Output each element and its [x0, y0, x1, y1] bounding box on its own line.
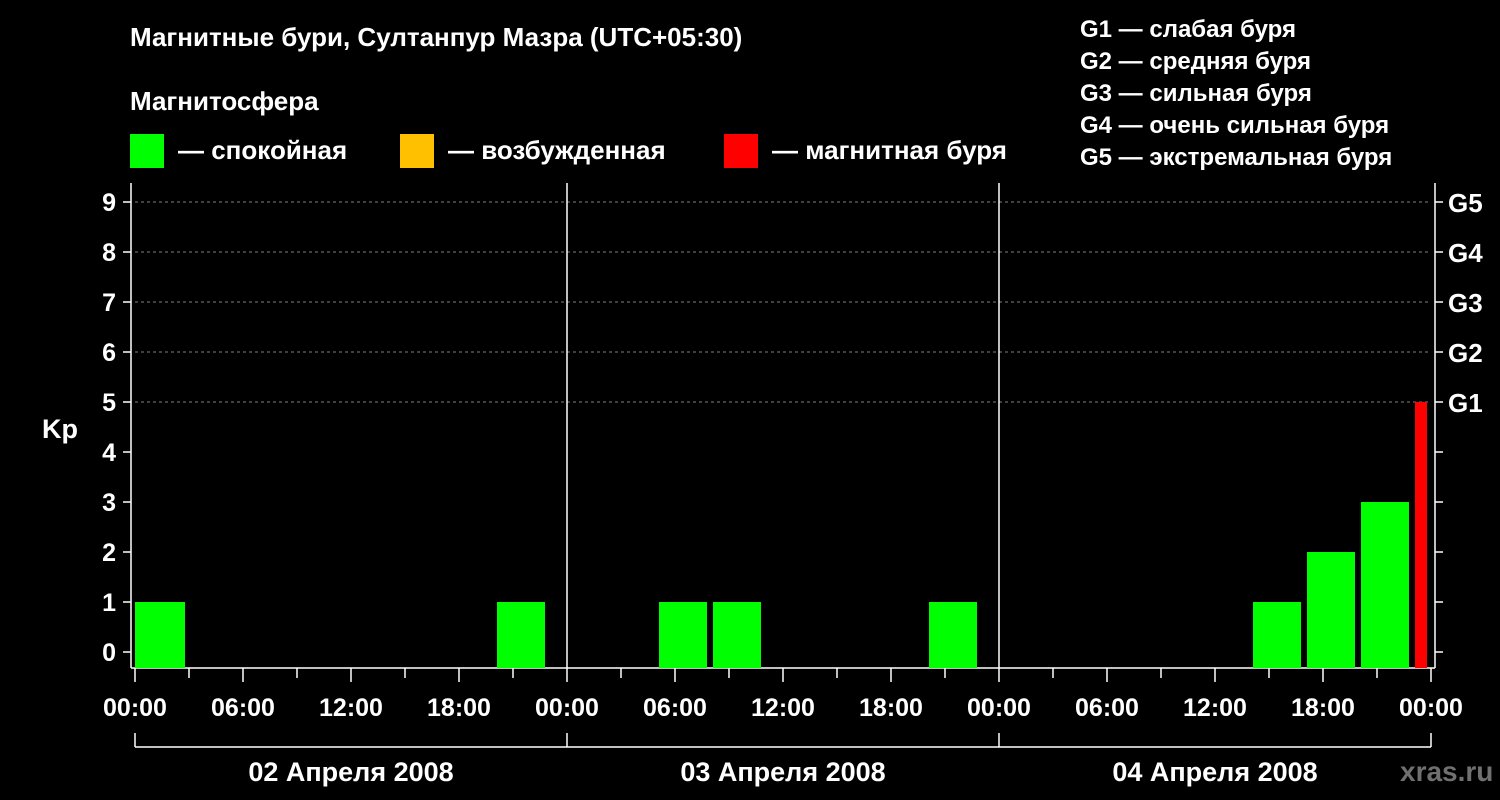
x-tick-label: 12:00 — [1183, 694, 1247, 722]
y-tick-label: 1 — [102, 589, 116, 617]
day-label: 03 Апреля 2008 — [680, 757, 885, 787]
y-tick-label: 3 — [102, 489, 116, 517]
x-tick-label: 00:00 — [103, 694, 167, 722]
kp-bar — [135, 602, 185, 668]
kp-bar — [1361, 502, 1409, 668]
y-tick-label: 2 — [102, 539, 116, 567]
y-axis-title: Kp — [42, 414, 78, 444]
x-tick-label: 18:00 — [859, 694, 923, 722]
x-tick-label: 18:00 — [1291, 694, 1355, 722]
y-tick-label: 0 — [102, 639, 116, 667]
page: { "chart_data": { "type": "bar", "title"… — [0, 0, 1500, 800]
right-axis-label: G3 — [1448, 288, 1483, 318]
y-tick-label: 8 — [102, 239, 116, 267]
right-axis-label: G1 — [1448, 388, 1483, 418]
right-axis-label: G4 — [1448, 238, 1483, 268]
kp-bar — [1415, 402, 1427, 668]
kp-bar — [713, 602, 761, 668]
kp-bar — [929, 602, 977, 668]
kp-bar — [659, 602, 707, 668]
x-tick-label: 18:00 — [427, 694, 491, 722]
y-tick-label: 7 — [102, 289, 116, 317]
y-tick-label: 4 — [102, 439, 116, 467]
kp-bar — [1307, 552, 1355, 668]
right-axis-label: G2 — [1448, 338, 1483, 368]
right-axis-label: G5 — [1448, 188, 1483, 218]
x-tick-label: 06:00 — [1075, 694, 1139, 722]
kp-chart: 0 1 2 3 4 5 6 7 8 9 G1 G2 G3 G4 G5 Kp 00:00 06:00 12:00 18:… — [42, 183, 1483, 787]
y-tick-label: 6 — [102, 339, 116, 367]
x-tick-label: 06:00 — [211, 694, 275, 722]
x-tick-label: 00:00 — [535, 694, 599, 722]
y-tick-label: 5 — [102, 389, 116, 417]
watermark: xras.ru — [1400, 756, 1494, 787]
day-label: 04 Апреля 2008 — [1112, 757, 1317, 787]
x-tick-label: 00:00 — [1399, 694, 1463, 722]
kp-bar — [1253, 602, 1301, 668]
x-tick-label: 06:00 — [643, 694, 707, 722]
day-label: 02 Апреля 2008 — [248, 757, 453, 787]
x-tick-label: 12:00 — [319, 694, 383, 722]
y-tick-label: 9 — [102, 189, 116, 217]
x-tick-label: 12:00 — [751, 694, 815, 722]
kp-bar — [497, 602, 545, 668]
x-tick-label: 00:00 — [967, 694, 1031, 722]
